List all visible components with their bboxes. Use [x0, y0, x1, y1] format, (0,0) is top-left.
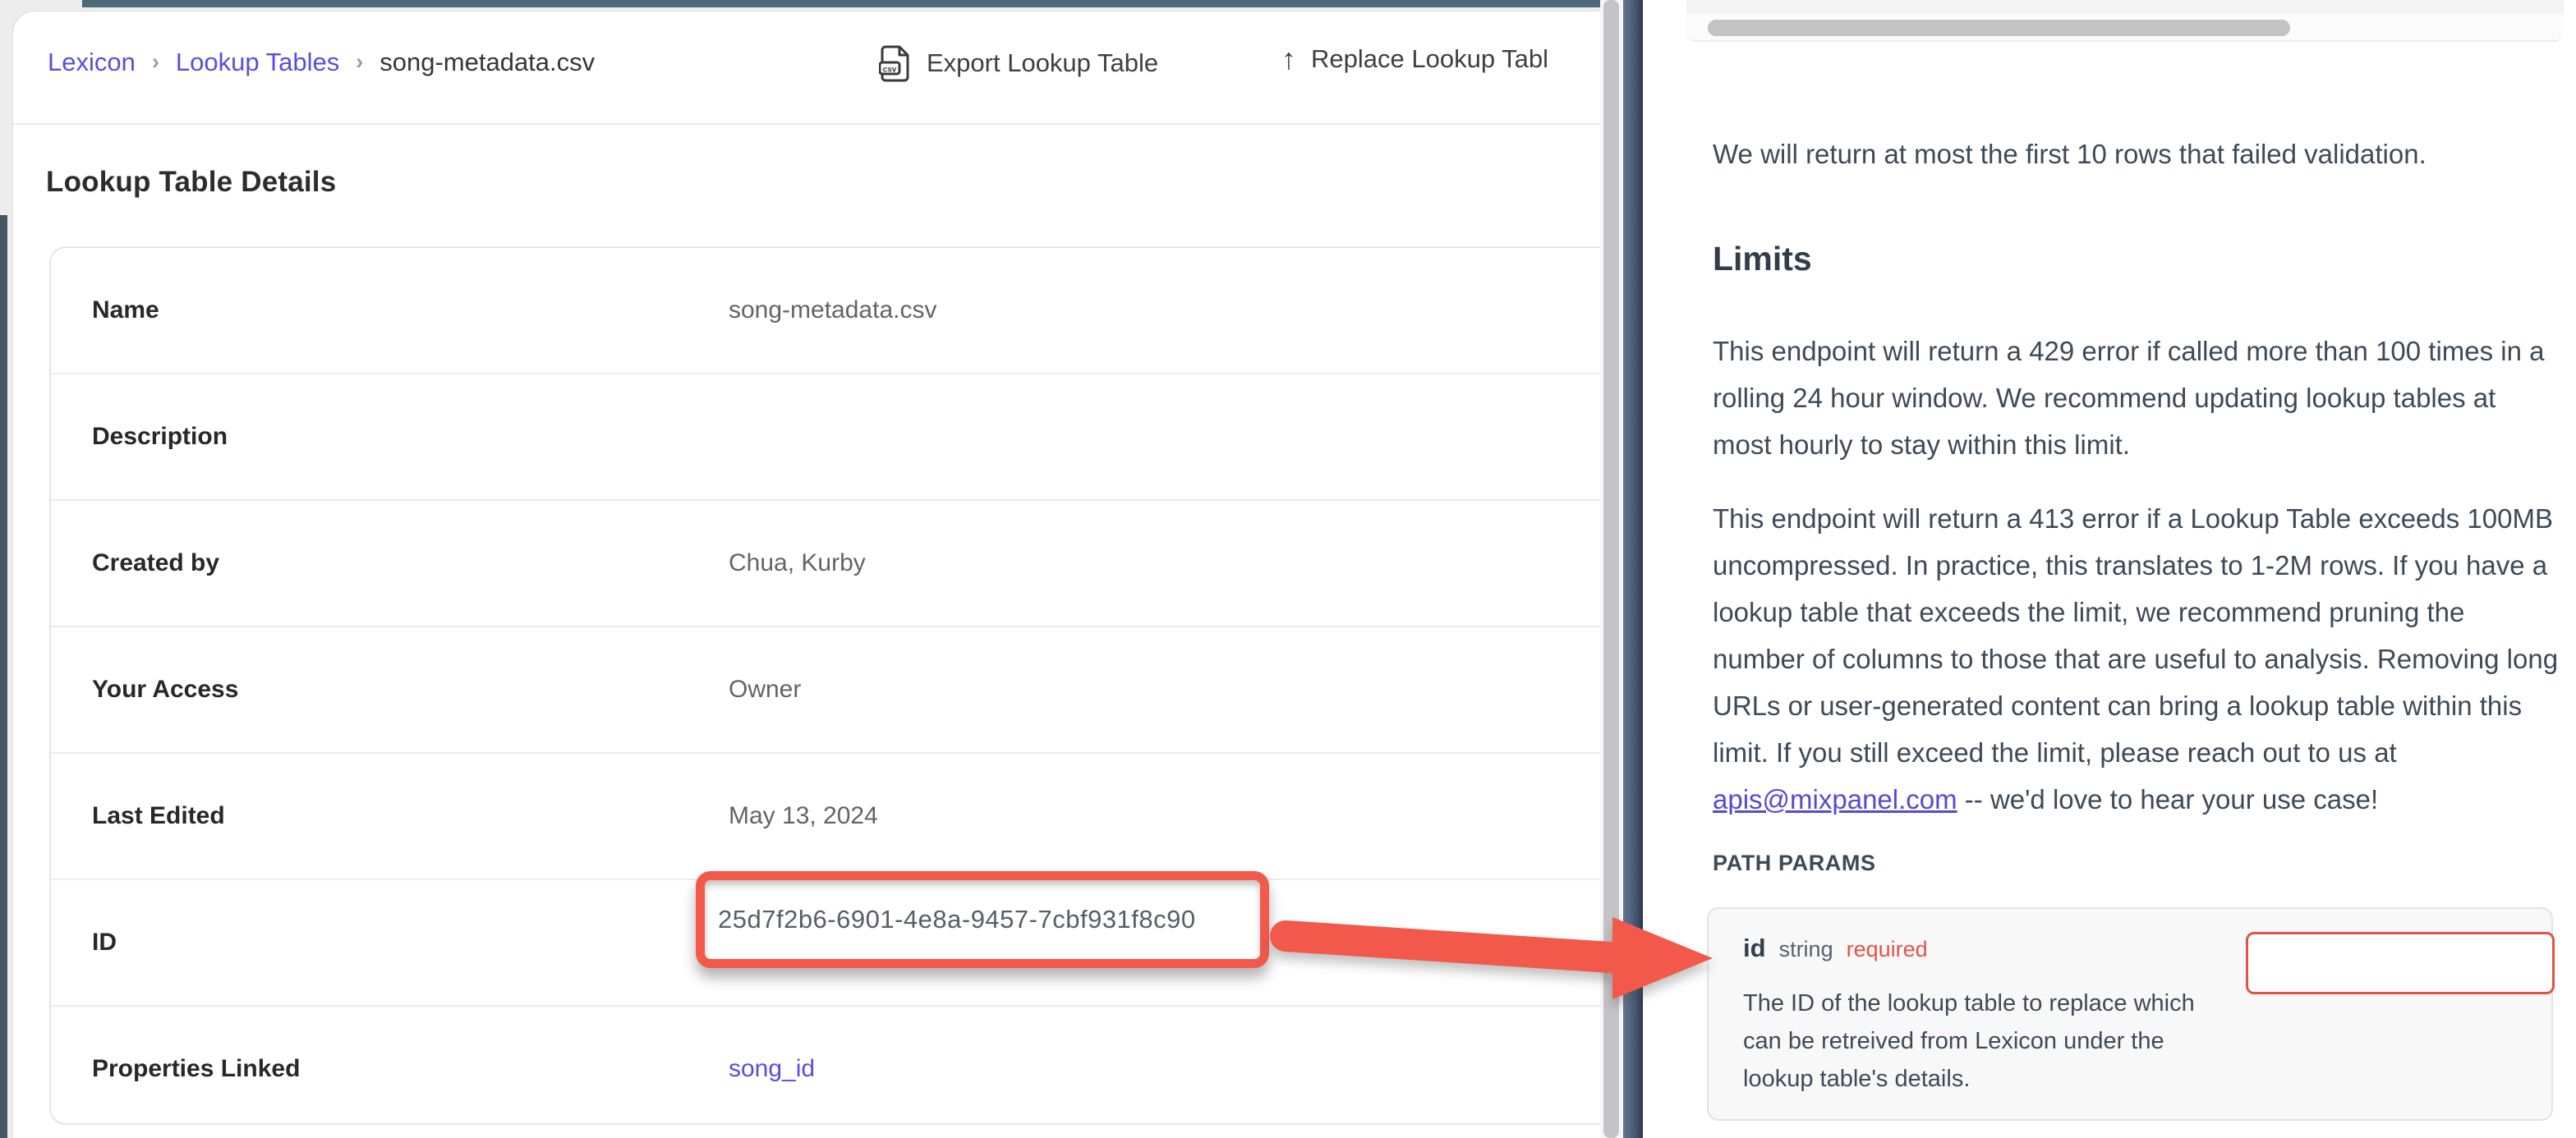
csv-file-icon: csv [879, 44, 912, 82]
page-title: Lookup Table Details [46, 166, 336, 199]
window-frame-left-edge [0, 215, 7, 1138]
table-row-last-edited: Last Edited May 13, 2024 [51, 752, 1600, 879]
row-value: May 13, 2024 [729, 802, 878, 830]
limits-paragraph-429: This endpoint will return a 429 error if… [1713, 328, 2560, 468]
export-button-label: Export Lookup Table [927, 48, 1158, 78]
paragraph-text: This endpoint will return a 413 error if… [1713, 503, 2558, 768]
replace-button-label: Replace Lookup Tabl [1311, 44, 1548, 74]
paragraph-text: -- we'd love to hear your use case! [1957, 784, 2379, 814]
row-label: Created by [92, 549, 219, 577]
path-params-heading: PATH PARAMS [1713, 851, 1876, 876]
row-value: song-metadata.csv [729, 296, 936, 324]
mixpanel-email-link[interactable]: apis@mixpanel.com [1713, 784, 1957, 814]
id-annotation-highlight-box: 25d7f2b6-6901-4e8a-9457-7cbf931f8c90 [696, 871, 1269, 968]
breadcrumb-lookup-tables[interactable]: Lookup Tables [176, 48, 339, 77]
breadcrumb-current-file: song-metadata.csv [380, 48, 595, 77]
id-param-card: id string required The ID of the lookup … [1707, 907, 2553, 1121]
horizontal-scrollbar-thumb[interactable] [1708, 20, 2290, 36]
upload-arrow-icon: ↑ [1281, 44, 1296, 74]
table-row-description: Description [51, 373, 1600, 499]
intro-paragraph: We will return at most the first 10 rows… [1713, 131, 2560, 177]
lookup-table-id-value: 25d7f2b6-6901-4e8a-9457-7cbf931f8c90 [705, 905, 1196, 934]
panel-divider-strip [1623, 0, 1643, 1138]
export-lookup-table-button[interactable]: csv Export Lookup Table [879, 44, 1158, 82]
table-row-id: ID 25d7f2b6-6901-4e8a-9457-7cbf931f8c90 [51, 879, 1600, 1005]
header-divider [13, 123, 1600, 125]
param-required-badge: required [1847, 937, 1928, 962]
svg-text:csv: csv [883, 66, 897, 75]
breadcrumb-separator: › [152, 49, 159, 75]
lookup-table-page: Lexicon › Lookup Tables › song-metadata.… [13, 11, 1600, 1138]
row-value: Owner [729, 676, 801, 704]
page-header: Lexicon › Lookup Tables › song-metadata.… [13, 11, 1600, 123]
row-label: Your Access [92, 676, 238, 704]
param-name: id [1743, 934, 1766, 963]
row-label: Properties Linked [92, 1055, 300, 1083]
row-label: ID [92, 929, 117, 957]
replace-lookup-table-button[interactable]: ↑ Replace Lookup Tabl [1281, 44, 1548, 74]
table-row-your-access: Your Access Owner [51, 626, 1600, 752]
row-label: Description [92, 423, 228, 451]
linked-property-link[interactable]: song_id [729, 1055, 815, 1083]
mixpanel-screenshot-region: Lexicon › Lookup Tables › song-metadata.… [0, 0, 1600, 1138]
code-block-edge [1686, 0, 2564, 14]
param-description: The ID of the lookup table to replace wh… [1743, 984, 2220, 1098]
limits-paragraph-413: This endpoint will return a 413 error if… [1713, 495, 2560, 823]
table-row-name: Name song-metadata.csv [51, 248, 1600, 373]
breadcrumb: Lexicon › Lookup Tables › song-metadata.… [48, 48, 595, 77]
breadcrumb-lexicon[interactable]: Lexicon [48, 48, 136, 77]
docs-panel: We will return at most the first 10 rows… [1643, 0, 2576, 1138]
param-type: string [1779, 937, 1833, 962]
vertical-scrollbar-thumb[interactable] [1603, 0, 1619, 1138]
limits-heading: Limits [1713, 240, 1812, 278]
breadcrumb-separator: › [356, 49, 363, 75]
window-frame-top [82, 0, 1600, 7]
lookup-table-details-card: Name song-metadata.csv Description Creat… [49, 246, 1600, 1125]
table-row-created-by: Created by Chua, Kurby [51, 499, 1600, 626]
horizontal-scrollbar[interactable] [1686, 14, 2564, 42]
vertical-scrollbar[interactable] [1600, 0, 1623, 1138]
id-param-input[interactable] [2246, 932, 2555, 994]
param-title-row: id string required [1743, 934, 1928, 963]
row-label: Name [92, 296, 159, 324]
table-row-properties-linked: Properties Linked song_id [51, 1005, 1600, 1131]
row-label: Last Edited [92, 802, 225, 830]
row-value: Chua, Kurby [729, 549, 866, 577]
